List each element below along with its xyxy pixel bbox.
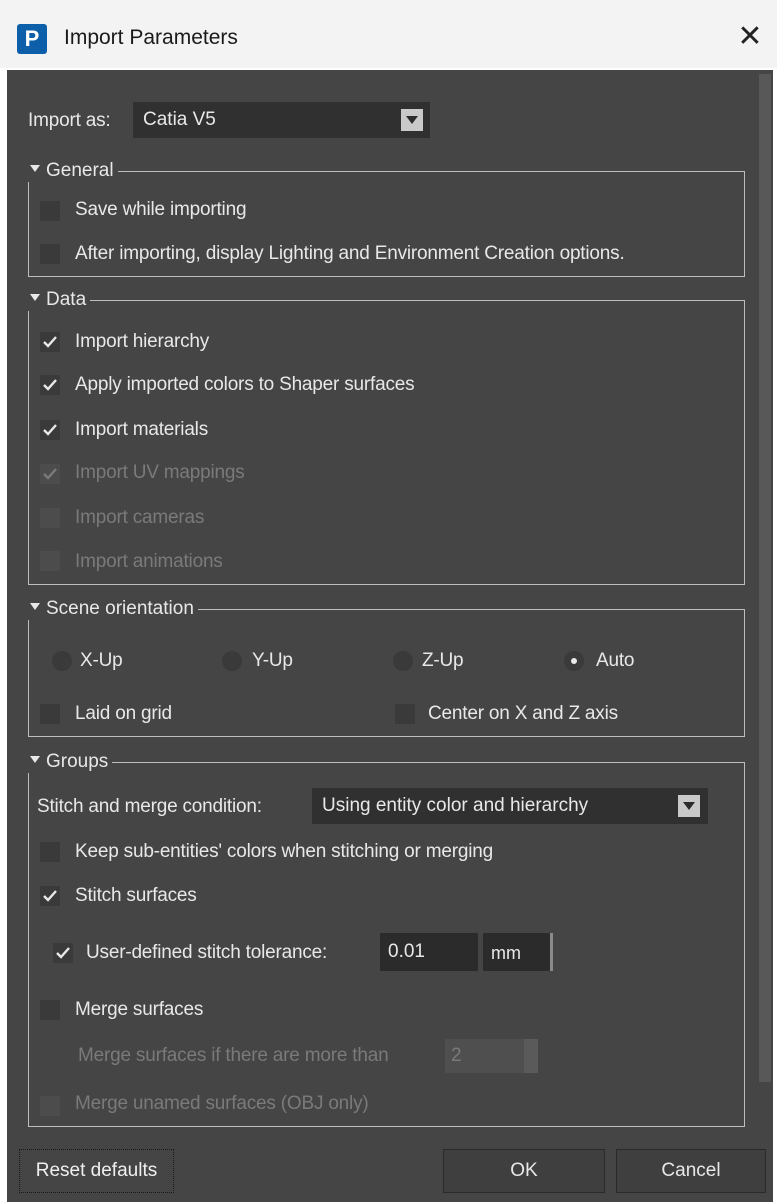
center-xz-label: Center on X and Z axis: [428, 703, 618, 724]
checkbox-user-tolerance[interactable]: [53, 943, 73, 963]
merge-surfaces-label: Merge surfaces: [75, 999, 204, 1020]
checkmark-icon: [56, 947, 70, 959]
checkbox-import-uv-mappings: [40, 464, 60, 484]
checkbox-import-hierarchy[interactable]: [40, 332, 60, 352]
checkmark-icon: [43, 424, 57, 436]
import-hierarchy-label: Import hierarchy: [75, 331, 210, 352]
scene-orientation-header[interactable]: Scene orientation: [28, 598, 198, 620]
checkbox-stitch-surfaces[interactable]: [40, 886, 60, 906]
import-uv-mappings-label: Import UV mappings: [75, 462, 245, 483]
import-animations-label: Import animations: [75, 551, 223, 572]
scrollbar-thumb[interactable]: [759, 74, 771, 1082]
collapse-triangle-icon[interactable]: [30, 756, 40, 764]
checkbox-center-xz[interactable]: [395, 704, 415, 724]
unit-value: mm: [491, 943, 521, 963]
ok-button[interactable]: OK: [443, 1149, 605, 1193]
chevron-down-icon[interactable]: [678, 795, 700, 817]
checkmark-icon: [43, 890, 57, 902]
display-lighting-label: After importing, display Lighting and En…: [75, 243, 625, 264]
import-as-dropdown[interactable]: Catia V5: [133, 102, 430, 138]
stitch-merge-value: Using entity color and hierarchy: [322, 795, 589, 816]
apply-colors-label: Apply imported colors to Shaper surfaces: [75, 374, 415, 395]
tolerance-value: 0.01: [388, 941, 425, 962]
app-logo-icon: P: [17, 24, 47, 54]
checkbox-save-while-importing[interactable]: [40, 201, 60, 221]
reset-defaults-button[interactable]: Reset defaults: [19, 1149, 174, 1193]
spin-arrows-icon: [524, 1039, 538, 1073]
import-as-value: Catia V5: [143, 109, 216, 130]
stitch-merge-label: Stitch and merge condition:: [37, 796, 262, 817]
scene-orientation-title: Scene orientation: [46, 598, 194, 619]
y-up-label: Y-Up: [252, 650, 293, 671]
chevron-down-icon[interactable]: [401, 109, 423, 131]
tolerance-input[interactable]: 0.01: [380, 933, 478, 971]
checkmark-icon: [43, 379, 57, 391]
collapse-triangle-icon[interactable]: [30, 165, 40, 173]
checkbox-merge-surfaces[interactable]: [40, 1000, 60, 1020]
groups-title: Groups: [46, 751, 109, 772]
checkbox-import-animations: [40, 551, 60, 571]
checkbox-import-cameras: [40, 508, 60, 528]
radio-auto[interactable]: [564, 651, 584, 671]
keep-colors-label: Keep sub-entities' colors when stitching…: [75, 841, 493, 862]
title-bar: P Import Parameters ✕: [0, 0, 777, 76]
checkbox-laid-on-grid[interactable]: [40, 704, 60, 724]
radio-z-up[interactable]: [393, 651, 413, 671]
stitch-merge-dropdown[interactable]: Using entity color and hierarchy: [312, 788, 708, 824]
collapse-triangle-icon[interactable]: [30, 294, 40, 302]
checkbox-merge-unnamed: [40, 1096, 60, 1116]
general-group-header[interactable]: General: [28, 160, 118, 182]
import-as-label: Import as:: [28, 110, 111, 131]
checkbox-apply-colors[interactable]: [40, 375, 60, 395]
collapse-triangle-icon[interactable]: [30, 603, 40, 611]
user-tolerance-label: User-defined stitch tolerance:: [86, 942, 328, 963]
checkbox-display-lighting[interactable]: [40, 244, 60, 264]
unit-field[interactable]: mm: [483, 933, 553, 971]
radio-x-up[interactable]: [52, 651, 72, 671]
merge-unnamed-label: Merge unamed surfaces (OBJ only): [75, 1093, 369, 1114]
cancel-button[interactable]: Cancel: [616, 1149, 766, 1193]
close-button[interactable]: ✕: [728, 16, 772, 60]
stitch-surfaces-label: Stitch surfaces: [75, 885, 197, 906]
import-cameras-label: Import cameras: [75, 507, 205, 528]
merge-count-spinbox: 2: [445, 1039, 538, 1073]
groups-header[interactable]: Groups: [28, 751, 113, 773]
auto-label: Auto: [596, 650, 635, 671]
x-up-label: X-Up: [80, 650, 123, 671]
data-group-header[interactable]: Data: [28, 289, 91, 311]
checkbox-keep-colors[interactable]: [40, 842, 60, 862]
merge-count-value: 2: [451, 1045, 462, 1066]
z-up-label: Z-Up: [422, 650, 464, 671]
dialog-title: Import Parameters: [64, 26, 238, 49]
checkbox-import-materials[interactable]: [40, 420, 60, 440]
radio-y-up[interactable]: [222, 651, 242, 671]
data-title: Data: [46, 289, 87, 310]
checkmark-icon: [43, 468, 57, 480]
save-while-importing-label: Save while importing: [75, 199, 247, 220]
checkmark-icon: [43, 336, 57, 348]
radio-selected-dot: [571, 658, 577, 664]
general-title: General: [46, 160, 114, 181]
laid-on-grid-label: Laid on grid: [75, 703, 172, 724]
import-materials-label: Import materials: [75, 419, 209, 440]
merge-if-more-label: Merge surfaces if there are more than: [78, 1045, 389, 1066]
